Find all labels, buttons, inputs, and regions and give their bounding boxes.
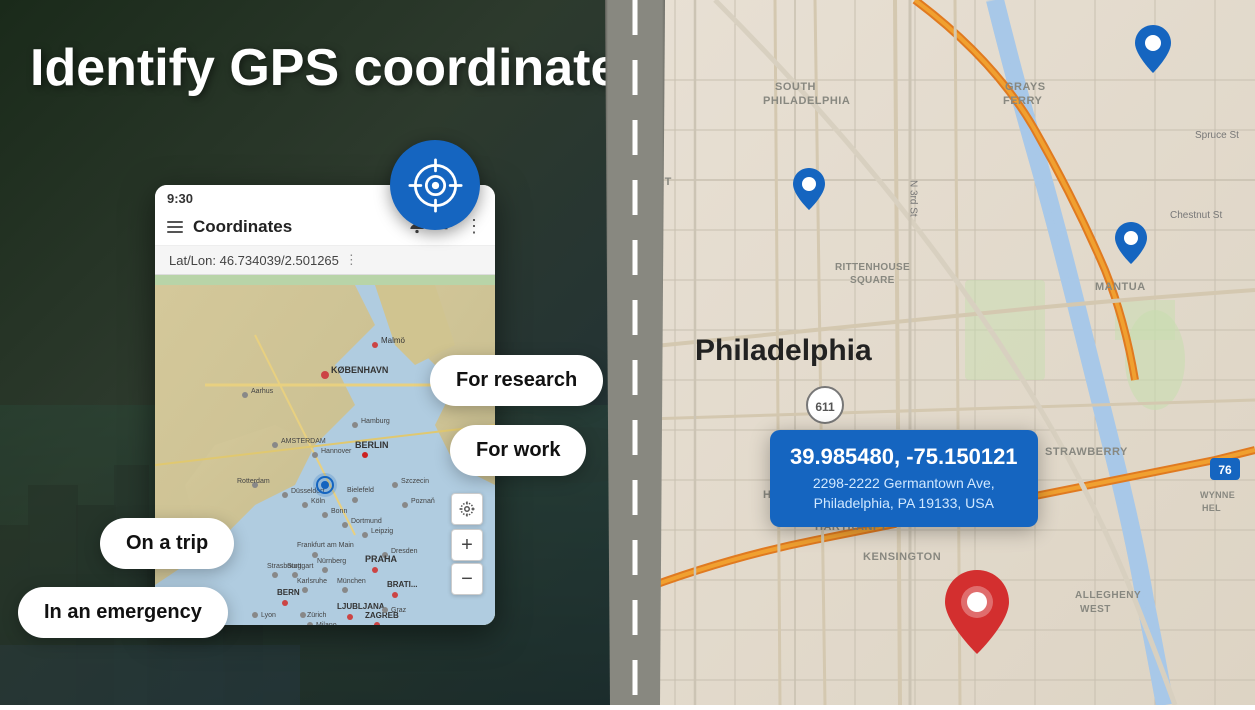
svg-text:Strasbourg: Strasbourg xyxy=(267,563,301,570)
coords-bar: Lat/Lon: 46.734039/2.501265 ⋮ xyxy=(155,246,495,275)
svg-text:Aarhus: Aarhus xyxy=(251,388,274,395)
svg-text:BERLIN: BERLIN xyxy=(355,440,389,450)
zoom-out-button[interactable]: − xyxy=(451,563,483,595)
tag-on-trip: On a trip xyxy=(100,518,234,569)
for-research-label: For research xyxy=(456,369,577,391)
europe-map-svg: KØBENHAVN Malmö Aarhus Hamburg AMSTERDAM… xyxy=(155,275,495,625)
current-location-button[interactable] xyxy=(451,493,483,525)
status-time: 9:30 xyxy=(167,191,193,206)
svg-text:Graz: Graz xyxy=(391,607,407,614)
right-panel: SOUTH PHILADELPHIA GRAYS FERRY Spruce St… xyxy=(615,0,1255,705)
svg-text:Malmö: Malmö xyxy=(381,336,406,345)
svg-text:STRAWBERRY: STRAWBERRY xyxy=(1045,446,1128,458)
svg-text:Milano: Milano xyxy=(316,622,337,625)
coordinate-address: 2298-2222 Germantown Ave, Philadelphia, … xyxy=(813,475,995,511)
svg-text:611: 611 xyxy=(815,400,835,414)
svg-text:MANTUA: MANTUA xyxy=(1095,281,1146,293)
svg-text:Zürich: Zürich xyxy=(307,612,327,619)
svg-text:WYNNE: WYNNE xyxy=(1200,490,1235,500)
svg-text:Hannover: Hannover xyxy=(321,448,352,455)
for-work-label: For work xyxy=(476,439,560,461)
svg-text:BRATI...: BRATI... xyxy=(387,580,418,589)
svg-text:BERN: BERN xyxy=(277,588,300,597)
left-panel: Identify GPS coordinates 9:30 Coordinate… xyxy=(0,0,660,705)
svg-text:Szczecin: Szczecin xyxy=(401,478,429,485)
main-title: Identify GPS coordinates xyxy=(30,40,648,97)
map-container: SOUTH PHILADELPHIA GRAYS FERRY Spruce St… xyxy=(615,0,1255,705)
svg-text:FERRY: FERRY xyxy=(1003,95,1043,107)
svg-text:Leipzig: Leipzig xyxy=(371,528,393,535)
svg-text:KENSINGTON: KENSINGTON xyxy=(863,551,941,563)
svg-text:RITTENHOUSE: RITTENHOUSE xyxy=(835,262,910,273)
philadelphia-map: SOUTH PHILADELPHIA GRAYS FERRY Spruce St… xyxy=(615,0,1255,705)
svg-text:LJUBLJANA: LJUBLJANA xyxy=(337,602,385,611)
svg-text:Lyon: Lyon xyxy=(261,612,276,619)
svg-text:S 53rd St: S 53rd St xyxy=(618,310,629,352)
svg-text:Frankfurt am Main: Frankfurt am Main xyxy=(297,542,354,549)
coordinate-popup: 39.985480, -75.150121 2298-2222 Germanto… xyxy=(770,430,1038,527)
more-options-icon[interactable]: ⋮ xyxy=(465,216,483,237)
svg-text:ALLEGHENY: ALLEGHENY xyxy=(1075,590,1141,601)
svg-text:GRAYS: GRAYS xyxy=(1005,81,1046,93)
svg-text:Karlsruhe: Karlsruhe xyxy=(297,578,327,585)
svg-text:N 3rd St: N 3rd St xyxy=(908,180,919,217)
emergency-label: In an emergency xyxy=(44,601,202,623)
svg-text:Bonn: Bonn xyxy=(331,508,347,515)
on-trip-label: On a trip xyxy=(126,532,208,554)
zoom-controls: + − xyxy=(451,529,483,595)
svg-text:76: 76 xyxy=(1218,463,1232,477)
svg-text:Bielefeld: Bielefeld xyxy=(347,487,374,494)
svg-text:PRAHA: PRAHA xyxy=(365,554,398,564)
coords-text: Lat/Lon: 46.734039/2.501265 xyxy=(169,253,339,268)
tag-for-research: For research xyxy=(430,355,603,406)
svg-text:Köln: Köln xyxy=(311,498,325,505)
svg-text:HEL: HEL xyxy=(1202,503,1221,513)
svg-text:Spruce St: Spruce St xyxy=(1195,130,1239,141)
toolbar-title: Coordinates xyxy=(193,217,397,237)
address-line2: Philadelphia, PA 19133, USA xyxy=(814,495,994,511)
svg-text:Philadelphia: Philadelphia xyxy=(695,334,872,367)
svg-text:Hamburg: Hamburg xyxy=(361,418,390,425)
svg-text:Poznaň: Poznaň xyxy=(411,498,435,505)
zoom-in-button[interactable]: + xyxy=(451,529,483,561)
tag-for-work: For work xyxy=(450,425,586,476)
svg-text:SQUARE: SQUARE xyxy=(850,275,895,286)
svg-text:München: München xyxy=(337,578,366,585)
tag-emergency: In an emergency xyxy=(18,587,228,638)
menu-icon[interactable] xyxy=(167,221,183,233)
gps-target-icon xyxy=(390,140,480,230)
svg-text:Dortmund: Dortmund xyxy=(351,518,382,525)
phone-map-area: KØBENHAVN Malmö Aarhus Hamburg AMSTERDAM… xyxy=(155,275,495,625)
svg-text:Nürnberg: Nürnberg xyxy=(317,558,346,565)
svg-text:KØBENHAVN: KØBENHAVN xyxy=(331,365,388,375)
address-line1: 2298-2222 Germantown Ave, xyxy=(813,475,995,491)
svg-text:Chestnut St: Chestnut St xyxy=(1170,210,1222,221)
svg-text:AMSTERDAM: AMSTERDAM xyxy=(281,438,326,445)
coords-more[interactable]: ⋮ xyxy=(345,252,358,268)
coordinate-value: 39.985480, -75.150121 xyxy=(790,444,1018,470)
svg-text:Rotterdam: Rotterdam xyxy=(237,478,270,485)
svg-text:PHILADELPHIA: PHILADELPHIA xyxy=(763,95,850,107)
svg-text:WEST: WEST xyxy=(1080,604,1111,615)
svg-text:NSPORT: NSPORT xyxy=(623,176,672,188)
svg-text:SOUTH: SOUTH xyxy=(775,81,816,93)
